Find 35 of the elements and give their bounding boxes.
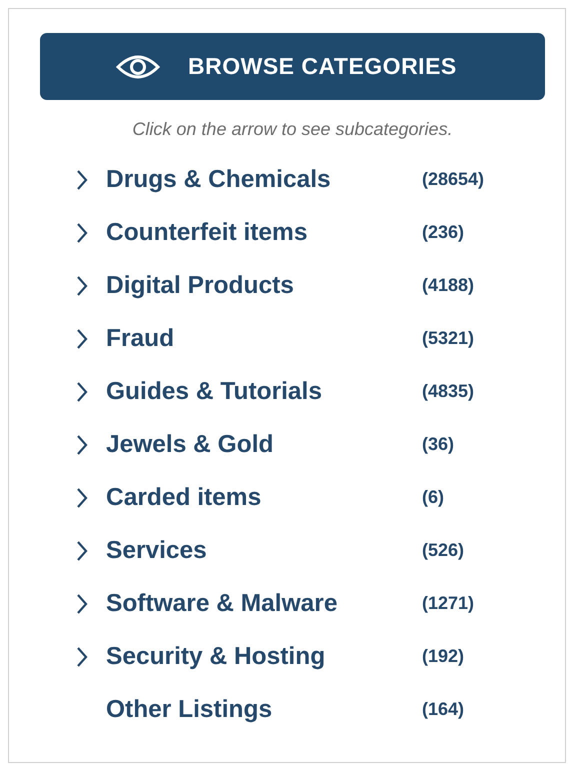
category-link[interactable]: Drugs & Chemicals [106, 166, 422, 194]
category-link[interactable]: Carded items [106, 484, 422, 512]
category-count: (1271) [422, 593, 474, 614]
category-link[interactable]: Digital Products [106, 272, 422, 300]
category-count: (192) [422, 646, 464, 667]
category-link[interactable]: Counterfeit items [106, 218, 422, 246]
category-count: (36) [422, 434, 454, 455]
header-title: BROWSE CATEGORIES [188, 53, 457, 80]
category-link[interactable]: Security & Hosting [106, 642, 422, 670]
category-count: (28654) [422, 169, 484, 190]
category-link[interactable]: Other Listings [106, 696, 422, 724]
category-count: (526) [422, 540, 464, 561]
chevron-icon[interactable] [76, 592, 88, 614]
category-count: (4188) [422, 275, 474, 296]
category-count: (6) [422, 487, 444, 508]
category-count: (4835) [422, 381, 474, 402]
chevron-icon[interactable] [76, 328, 88, 350]
category-link[interactable]: Fraud [106, 324, 422, 352]
eye-icon [116, 52, 160, 80]
category-count: (5321) [422, 328, 474, 349]
category-link[interactable]: Guides & Tutorials [106, 378, 422, 406]
category-link[interactable]: Jewels & Gold [106, 430, 422, 458]
chevron-icon[interactable] [76, 540, 88, 562]
category-count: (236) [422, 222, 464, 243]
category-link[interactable]: Software & Malware [106, 590, 422, 618]
category-count: (164) [422, 699, 464, 720]
chevron-icon[interactable] [76, 434, 88, 456]
chevron-icon[interactable] [76, 274, 88, 296]
hint-text: Click on the arrow to see subcategories. [131, 119, 454, 140]
chevron-icon[interactable] [76, 168, 88, 190]
chevron-icon[interactable] [76, 222, 88, 244]
category-link[interactable]: Services [106, 536, 422, 564]
chevron-icon[interactable] [76, 646, 88, 668]
chevron-icon[interactable] [76, 486, 88, 508]
chevron-icon[interactable] [76, 380, 88, 402]
